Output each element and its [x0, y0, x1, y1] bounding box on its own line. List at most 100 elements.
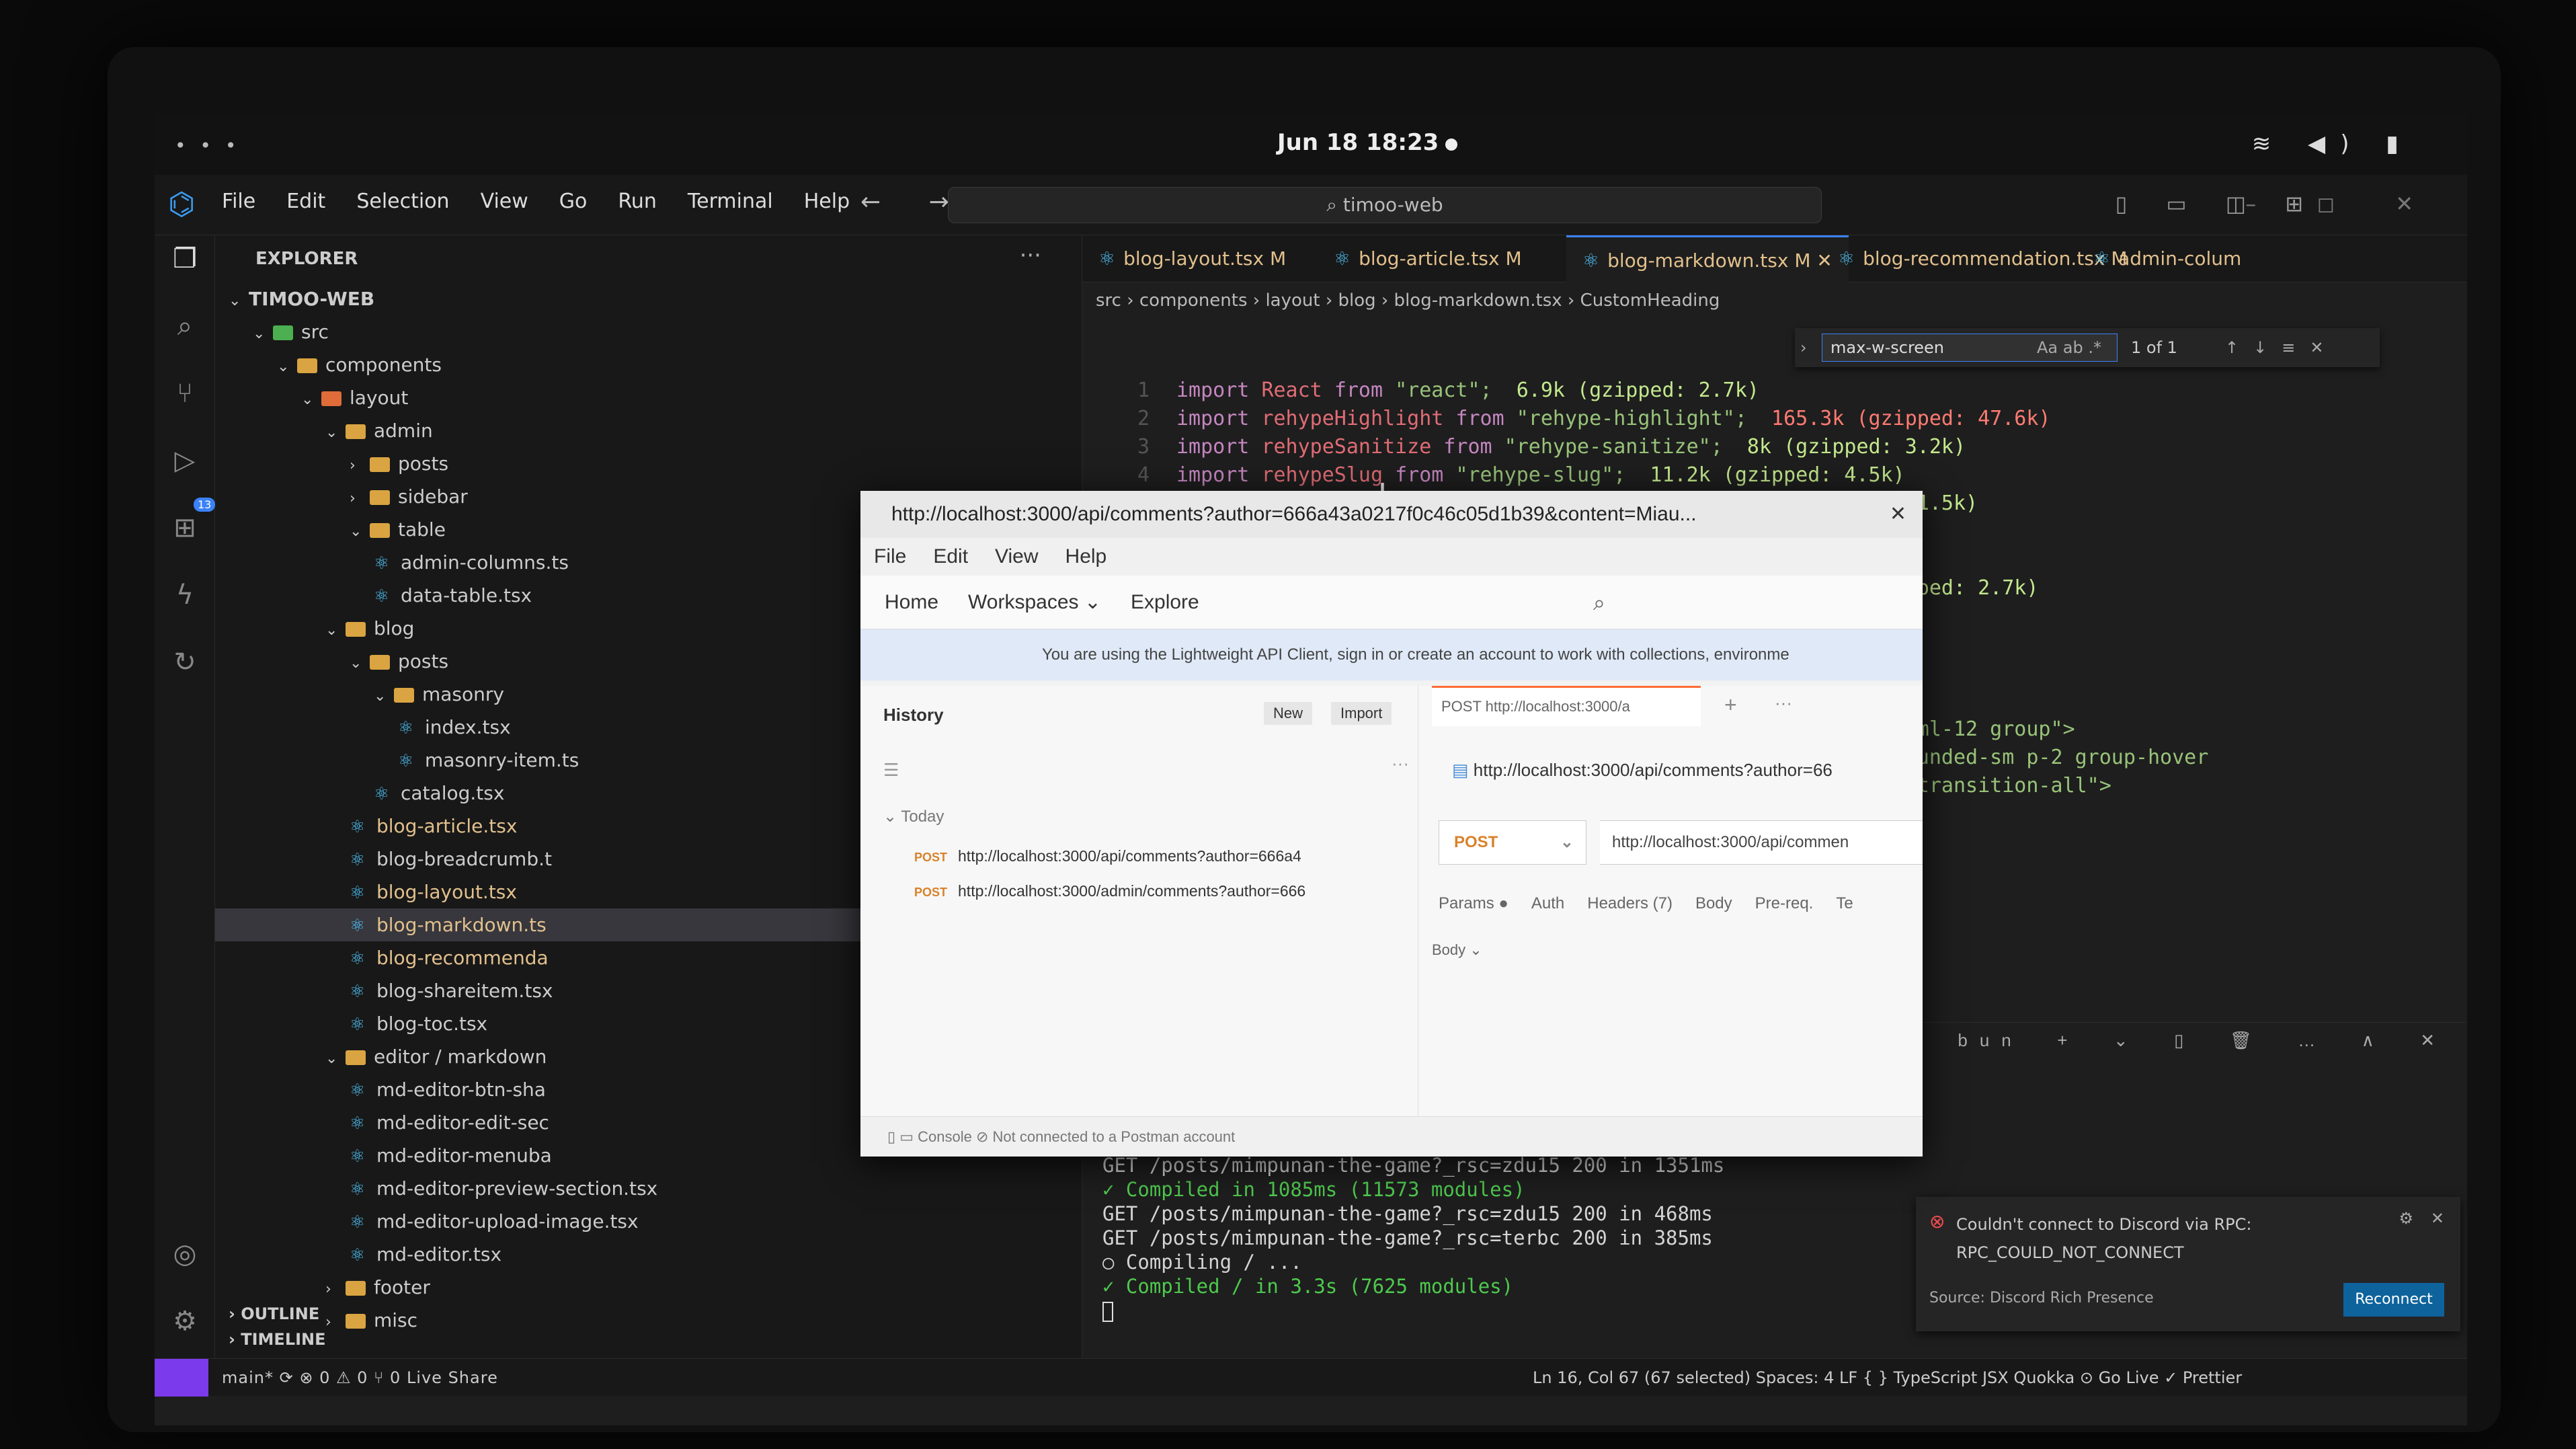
tree-item[interactable]: › footer	[215, 1271, 1082, 1304]
menu-item-go[interactable]: Go	[559, 190, 588, 213]
postman-nav-item[interactable]: Explore	[1131, 576, 1199, 629]
terminal-line: GET /posts/mimpunan-the-game?_rsc=zdu15 …	[1102, 1154, 1725, 1177]
terminal-toolbar[interactable]: bun + ⌄ ▯ 🗑 … ∧ ✕	[1958, 1028, 2447, 1052]
import-button[interactable]: Import	[1331, 702, 1392, 725]
history-url: http://localhost:3000/api/comments?autho…	[958, 847, 1301, 865]
outline-section[interactable]: › OUTLINE	[229, 1304, 319, 1323]
postman-nav-item[interactable]: Home	[885, 576, 938, 629]
body-select[interactable]: Body ⌄	[1432, 941, 1482, 959]
tree-item[interactable]: › posts	[215, 447, 1082, 480]
tree-item[interactable]: ⚛ md-editor-preview-section.tsx	[215, 1172, 1082, 1205]
url-input[interactable]: http://localhost:3000/api/commen	[1600, 820, 1923, 865]
postman-menu-view[interactable]: View	[995, 538, 1038, 576]
tree-item-label: blog-shareitem.tsx	[376, 980, 553, 1002]
tree-item[interactable]: ⌄ src	[215, 315, 1082, 348]
notification-close-icon[interactable]: ✕	[2431, 1209, 2444, 1228]
request-subtab[interactable]: Headers (7)	[1587, 894, 1673, 913]
today-group[interactable]: ⌄ Today	[883, 807, 944, 826]
tree-item[interactable]: ⚛ md-editor-upload-image.tsx	[215, 1205, 1082, 1238]
tab-admin-colum[interactable]: ⚛ admin-colum	[2077, 235, 2257, 282]
menu-item-edit[interactable]: Edit	[286, 190, 325, 213]
tree-item[interactable]: › misc	[215, 1304, 1082, 1337]
tree-item[interactable]: ⌄ layout	[215, 381, 1082, 414]
method-badge: POST	[914, 851, 948, 864]
postman-nav-item[interactable]: Workspaces ⌄	[968, 576, 1101, 629]
tab-label: blog-article.tsx	[1359, 247, 1500, 270]
workspace-root[interactable]: ⌄ TIMOO-WEB	[215, 282, 1082, 315]
request-subtabs: Params ● Auth Headers (7) Body Pre-req. Te	[1439, 894, 1853, 913]
explorer-icon[interactable]: ❐	[168, 242, 202, 276]
tab-blog-markdown-tsx[interactable]: ⚛ blog-markdown.tsx M ✕	[1566, 235, 1849, 282]
extensions-icon[interactable]: ⊞	[168, 511, 202, 545]
request-subtab[interactable]: Te	[1836, 894, 1853, 913]
account-icon[interactable]: ◎	[168, 1237, 202, 1271]
system-clock[interactable]: Jun 18 18:23	[1277, 129, 1439, 156]
notification-gear-icon[interactable]: ⚙	[2399, 1209, 2413, 1228]
line-number: 1	[1137, 379, 1150, 402]
tree-item[interactable]: ⚛ md-editor.tsx	[215, 1238, 1082, 1271]
tab-more-icon[interactable]: ···	[1775, 693, 1792, 713]
history-title: History	[883, 705, 944, 725]
history-item[interactable]: POST http://localhost:3000/admin/comments…	[914, 882, 1305, 900]
find-options[interactable]: Aa ab .*	[2037, 328, 2101, 367]
source-control-icon[interactable]: ⑂	[168, 377, 202, 410]
status-left[interactable]: main* ⟳ ⊗ 0 ⚠ 0 ⑂ 0 Live Share	[222, 1359, 498, 1397]
request-tab[interactable]: POST http://localhost:3000/a	[1432, 686, 1701, 726]
tree-item-label: blog-layout.tsx	[376, 881, 517, 903]
find-nav-buttons[interactable]: ↑↓≡✕	[2225, 328, 2338, 367]
system-tray-icons[interactable]: ≋ ◀) ▮	[2252, 130, 2413, 157]
chevron-down-icon: ⌄	[350, 523, 362, 540]
request-subtab[interactable]: Auth	[1531, 894, 1564, 913]
menu-item-help[interactable]: Help	[804, 190, 850, 213]
chevron-right-icon[interactable]: ›	[1800, 328, 1807, 367]
menu-item-terminal[interactable]: Terminal	[688, 190, 773, 213]
menu-item-run[interactable]: Run	[618, 190, 657, 213]
live-share-icon[interactable]: ↻	[168, 645, 202, 679]
react-file-icon: ⚛	[374, 586, 390, 606]
timeline-section[interactable]: › TIMELINE	[229, 1330, 326, 1349]
breadcrumb[interactable]: src › components › layout › blog › blog-…	[1096, 290, 1720, 311]
postman-footer[interactable]: ▯ ▭ Console ⊘ Not connected to a Postman…	[860, 1116, 1923, 1157]
folder-icon	[346, 622, 366, 637]
tree-item[interactable]: ⌄ admin	[215, 414, 1082, 447]
reconnect-button[interactable]: Reconnect	[2343, 1283, 2444, 1317]
workspace-dots[interactable]: • • •	[175, 134, 240, 157]
postman-menu-file[interactable]: File	[874, 538, 906, 576]
menu-item-selection[interactable]: Selection	[356, 190, 449, 213]
run-debug-icon[interactable]: ▷	[168, 444, 202, 477]
command-center-search[interactable]: ⌕ timoo-web	[948, 187, 1822, 223]
tree-item[interactable]: ⌄ components	[215, 348, 1082, 381]
thunder-client-icon[interactable]: ϟ	[168, 578, 202, 612]
tab-blog-layout-tsx[interactable]: ⚛ blog-layout.tsx M	[1082, 235, 1302, 282]
request-subtab[interactable]: Pre-req.	[1755, 894, 1814, 913]
history-item[interactable]: POST http://localhost:3000/api/comments?a…	[914, 847, 1301, 865]
folder-icon	[370, 655, 390, 670]
discord-notification: ⊗ Couldn't connect to Discord via RPC: R…	[1916, 1197, 2460, 1331]
menu-item-view[interactable]: View	[481, 190, 528, 213]
react-file-icon: ⚛	[350, 1015, 366, 1035]
window-controls[interactable]: – ◻ ✕	[2245, 191, 2440, 217]
settings-gear-icon[interactable]: ⚙	[168, 1304, 202, 1338]
request-subtab[interactable]: Params ●	[1439, 894, 1508, 913]
request-subtab[interactable]: Body	[1695, 894, 1732, 913]
new-button[interactable]: New	[1264, 702, 1313, 725]
new-tab-icon[interactable]: +	[1724, 693, 1737, 717]
postman-close-icon[interactable]: ✕	[1890, 491, 1906, 538]
postman-search-icon[interactable]: ⌕	[1593, 576, 1605, 629]
react-file-icon: ⚛	[350, 883, 366, 903]
method-select[interactable]: POST ⌄	[1439, 820, 1586, 865]
tree-item-label: src	[301, 321, 329, 343]
search-icon[interactable]: ⌕	[168, 309, 202, 343]
remote-indicator[interactable]	[155, 1359, 208, 1397]
status-bar: main* ⟳ ⊗ 0 ⚠ 0 ⑂ 0 Live Share Ln 16, Co…	[155, 1358, 2467, 1397]
postman-menu-edit[interactable]: Edit	[933, 538, 968, 576]
status-right[interactable]: Ln 16, Col 67 (67 selected) Spaces: 4 LF…	[1533, 1359, 2242, 1397]
postman-menu-help[interactable]: Help	[1065, 538, 1107, 576]
more-actions-icon[interactable]: ···	[1020, 242, 1041, 269]
tab-blog-article-tsx[interactable]: ⚛ blog-article.tsx M	[1318, 235, 1538, 282]
menu-bar: File Edit Selection View Go Run Terminal Help	[222, 190, 850, 213]
menu-item-file[interactable]: File	[222, 190, 255, 213]
history-more-icon[interactable]: ···	[1392, 753, 1409, 774]
filter-icon[interactable]: ☰	[883, 760, 899, 781]
tree-item-label: blog-markdown.ts	[376, 914, 547, 936]
